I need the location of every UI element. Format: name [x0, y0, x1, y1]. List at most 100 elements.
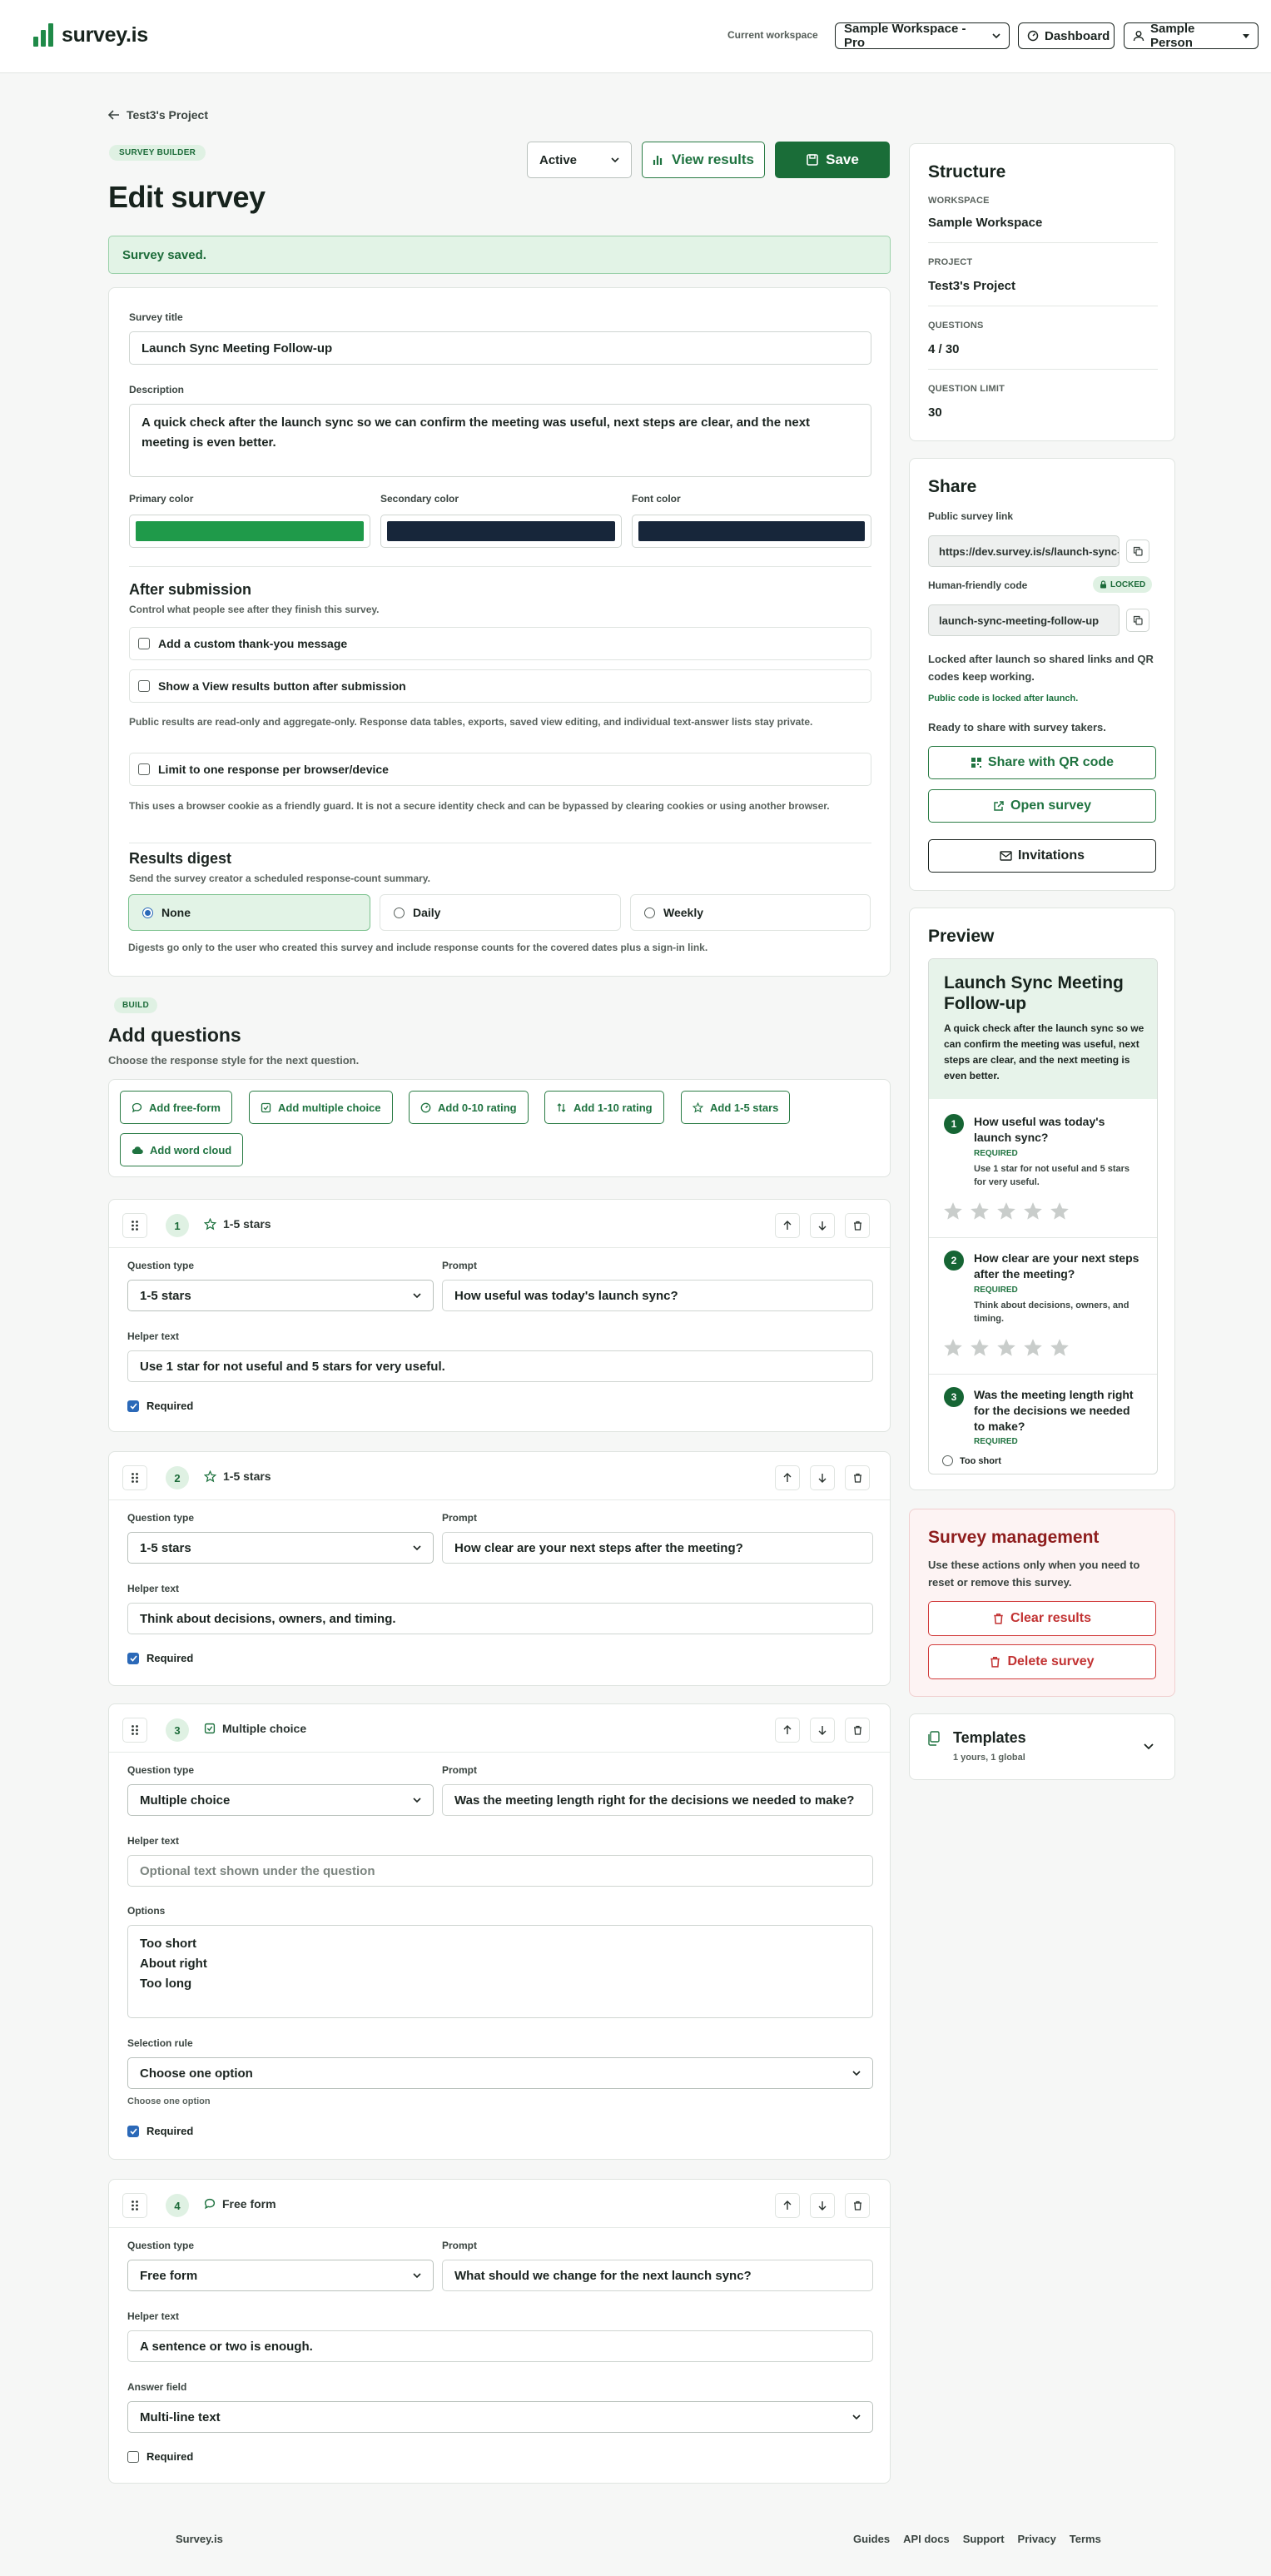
- move-up-button[interactable]: [775, 1213, 800, 1238]
- digest-weekly-option[interactable]: Weekly: [630, 894, 871, 931]
- copy-code-button[interactable]: [1126, 609, 1149, 632]
- preview-stars[interactable]: [942, 1201, 1070, 1222]
- move-down-button[interactable]: [810, 1465, 835, 1490]
- code-input[interactable]: launch-sync-meeting-follow-up: [928, 604, 1120, 636]
- primary-color-picker[interactable]: [129, 515, 370, 548]
- dashboard-button[interactable]: Dashboard: [1018, 22, 1115, 49]
- footer-link-terms[interactable]: Terms: [1070, 2533, 1101, 2545]
- public-link-input[interactable]: https://dev.survey.is/s/launch-sync-meet…: [928, 535, 1120, 567]
- secondary-color-picker[interactable]: [380, 515, 622, 548]
- add-1-10-rating-button[interactable]: Add 1-10 rating: [544, 1091, 664, 1124]
- prompt-input[interactable]: How useful was today's launch sync?: [442, 1280, 873, 1311]
- chevron-down-icon: [611, 157, 619, 163]
- star-icon[interactable]: [969, 1337, 990, 1359]
- chevron-down-icon: [413, 1293, 421, 1299]
- move-down-button[interactable]: [810, 1213, 835, 1238]
- save-button[interactable]: Save: [775, 142, 890, 178]
- footer-link-privacy[interactable]: Privacy: [1018, 2533, 1056, 2545]
- move-down-button[interactable]: [810, 2193, 835, 2218]
- answer-field-select[interactable]: Multi-line text: [127, 2401, 873, 2433]
- move-down-button[interactable]: [810, 1718, 835, 1743]
- helper-text-input[interactable]: Optional text shown under the question: [127, 1855, 873, 1887]
- options-textarea[interactable]: Too short About right Too long: [127, 1925, 873, 2018]
- footer-link-guides[interactable]: Guides: [853, 2533, 890, 2545]
- view-results-after-label: Show a View results button after submiss…: [158, 679, 406, 693]
- preview-stars[interactable]: [942, 1337, 1070, 1359]
- drag-handle-icon[interactable]: [122, 1213, 147, 1238]
- helper-text-input[interactable]: A sentence or two is enough.: [127, 2330, 873, 2362]
- add-free-form-button[interactable]: Add free-form: [120, 1091, 232, 1124]
- footer-link-api-docs[interactable]: API docs: [903, 2533, 950, 2545]
- footer-link-support[interactable]: Support: [963, 2533, 1005, 2545]
- drag-handle-icon[interactable]: [122, 2193, 147, 2218]
- limit-response-checkbox[interactable]: Limit to one response per browser/device: [129, 753, 871, 786]
- chevron-down-icon[interactable]: [1143, 1743, 1154, 1751]
- prompt-input[interactable]: What should we change for the next launc…: [442, 2260, 873, 2291]
- move-up-button[interactable]: [775, 1718, 800, 1743]
- public-results-note: Public results are read-only and aggrega…: [129, 716, 813, 728]
- prompt-input[interactable]: Was the meeting length right for the dec…: [442, 1784, 873, 1816]
- invitations-button[interactable]: Invitations: [928, 839, 1156, 873]
- move-up-button[interactable]: [775, 2193, 800, 2218]
- star-icon[interactable]: [942, 1337, 964, 1359]
- star-icon[interactable]: [1022, 1337, 1044, 1359]
- add-1-5-stars-button[interactable]: Add 1-5 stars: [681, 1091, 791, 1124]
- required-checkbox[interactable]: Required: [127, 2450, 193, 2463]
- radio-button: [942, 1455, 953, 1466]
- required-checkbox[interactable]: Required: [127, 1400, 193, 1412]
- star-icon[interactable]: [942, 1201, 964, 1222]
- delete-question-button[interactable]: [845, 1718, 870, 1743]
- drag-handle-icon[interactable]: [122, 1718, 147, 1743]
- add-multiple-choice-button[interactable]: Add multiple choice: [249, 1091, 393, 1124]
- preview-option[interactable]: Too short: [942, 1455, 1001, 1466]
- digest-none-option[interactable]: None: [128, 894, 370, 931]
- required-checkbox[interactable]: Required: [127, 2125, 193, 2137]
- question-type-select[interactable]: Multiple choice: [127, 1784, 434, 1816]
- helper-text-input[interactable]: Think about decisions, owners, and timin…: [127, 1603, 873, 1634]
- star-icon[interactable]: [1022, 1201, 1044, 1222]
- survey-title-input[interactable]: Launch Sync Meeting Follow-up: [129, 331, 871, 365]
- description-textarea[interactable]: A quick check after the launch sync so w…: [129, 404, 871, 477]
- delete-survey-button[interactable]: Delete survey: [928, 1644, 1156, 1679]
- helper-text-input[interactable]: Use 1 star for not useful and 5 stars fo…: [127, 1350, 873, 1382]
- delete-question-button[interactable]: [845, 1213, 870, 1238]
- back-link-label: Test3's Project: [127, 108, 208, 122]
- star-icon[interactable]: [995, 1337, 1017, 1359]
- question-type-select[interactable]: 1-5 stars: [127, 1532, 434, 1564]
- digest-daily-option[interactable]: Daily: [380, 894, 621, 931]
- user-name: Sample Person: [1150, 22, 1195, 50]
- clear-results-button[interactable]: Clear results: [928, 1601, 1156, 1636]
- selection-rule-select[interactable]: Choose one option: [127, 2057, 873, 2089]
- delete-question-button[interactable]: [845, 2193, 870, 2218]
- required-checkbox[interactable]: Required: [127, 1652, 193, 1664]
- status-select[interactable]: Active: [527, 142, 632, 178]
- copy-link-button[interactable]: [1126, 540, 1149, 563]
- drag-handle-icon[interactable]: [122, 1465, 147, 1490]
- required-label: Required: [146, 1400, 194, 1412]
- delete-question-button[interactable]: [845, 1465, 870, 1490]
- prompt-input[interactable]: How clear are your next steps after the …: [442, 1532, 873, 1564]
- star-icon[interactable]: [969, 1201, 990, 1222]
- add-word-cloud-button[interactable]: Add word cloud: [120, 1133, 244, 1166]
- view-results-button[interactable]: View results: [642, 142, 765, 178]
- view-results-after-checkbox[interactable]: Show a View results button after submiss…: [129, 669, 871, 703]
- custom-thanks-checkbox[interactable]: Add a custom thank-you message: [129, 627, 871, 660]
- back-link[interactable]: Test3's Project: [108, 108, 208, 122]
- star-icon[interactable]: [1049, 1201, 1070, 1222]
- question-type-select[interactable]: Free form: [127, 2260, 434, 2291]
- question-header: 2 1-5 stars: [109, 1452, 890, 1500]
- open-survey-button[interactable]: Open survey: [928, 789, 1156, 823]
- question-type-select[interactable]: 1-5 stars: [127, 1280, 434, 1311]
- move-up-button[interactable]: [775, 1465, 800, 1490]
- logo[interactable]: survey.is: [33, 23, 148, 47]
- templates-card[interactable]: Templates 1 yours, 1 global: [909, 1713, 1175, 1780]
- workspace-select[interactable]: Sample Workspace - Pro: [835, 22, 1010, 50]
- question-type-tag: 1-5 stars: [204, 1217, 271, 1231]
- radio-button: [644, 907, 655, 918]
- user-menu[interactable]: Sample Person: [1124, 22, 1259, 50]
- add-0-10-rating-button[interactable]: Add 0-10 rating: [409, 1091, 529, 1124]
- star-icon[interactable]: [995, 1201, 1017, 1222]
- share-qr-button[interactable]: Share with QR code: [928, 746, 1156, 779]
- font-color-picker[interactable]: [632, 515, 871, 548]
- star-icon[interactable]: [1049, 1337, 1070, 1359]
